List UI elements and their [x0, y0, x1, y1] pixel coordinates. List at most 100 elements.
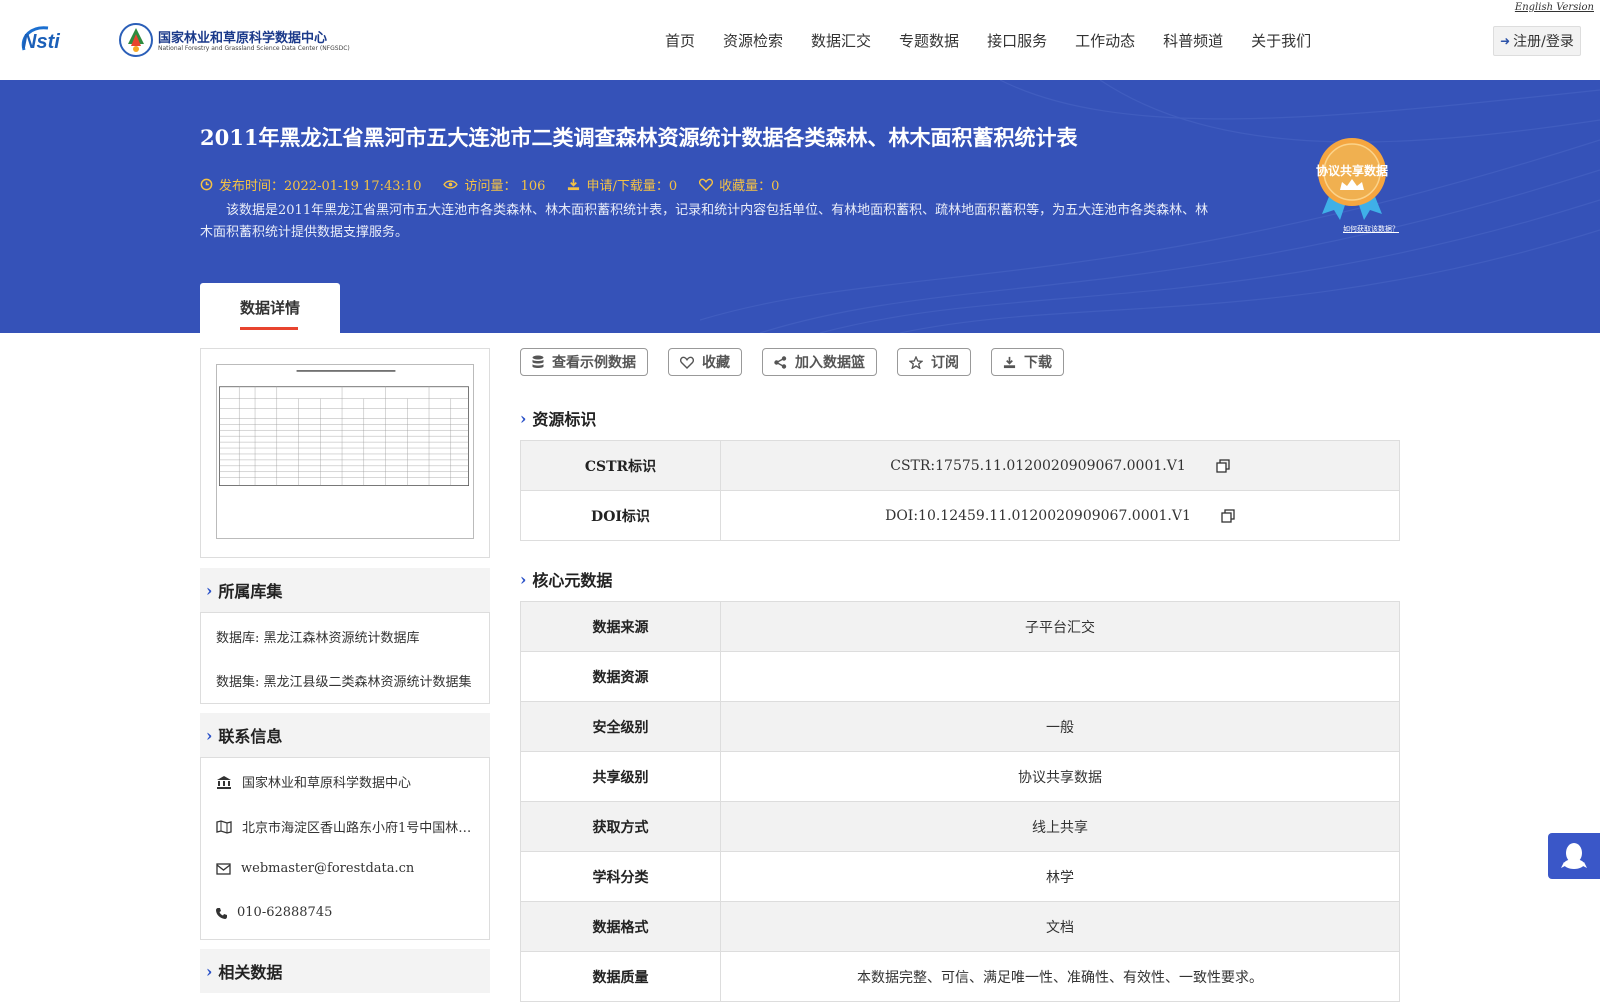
- contact-title: 联系信息: [218, 727, 283, 746]
- database-icon: [532, 355, 544, 368]
- doi-key: DOI标识: [521, 491, 721, 540]
- cstr-key: CSTR标识: [521, 441, 721, 490]
- meta-value: 本数据完整、可信、满足唯一性、准确性、有效性、一致性要求。: [857, 969, 1263, 986]
- table-row: 数据格式 文档: [521, 902, 1399, 952]
- visit-count: 访问量： 106: [443, 175, 545, 194]
- svg-text:Nsti: Nsti: [22, 31, 60, 53]
- how-to-get-link[interactable]: 如何获取该数据？: [1343, 224, 1399, 234]
- contact-email: webmaster@forestdata.cn: [216, 861, 476, 876]
- contact-email-text[interactable]: webmaster@forestdata.cn: [241, 861, 414, 876]
- table-row: 安全级别 一般: [521, 702, 1399, 752]
- badge-text: 协议共享数据: [1315, 164, 1388, 178]
- nav-about[interactable]: 关于我们: [1251, 30, 1311, 51]
- org-name-cn: 国家林业和草原科学数据中心: [158, 31, 328, 46]
- tab-data-details[interactable]: 数据详情: [200, 283, 340, 333]
- star-icon: [909, 355, 923, 369]
- top-header: English Version Nsti 国家林业和草原科学数据中心 Natio…: [0, 0, 1600, 80]
- doi-value-cell: DOI:10.12459.11.0120020909067.0001.V1: [721, 491, 1399, 540]
- copy-icon[interactable]: [1216, 458, 1230, 473]
- meta-key: 数据资源: [521, 652, 721, 701]
- meta-key: 学科分类: [521, 852, 721, 901]
- add-to-basket-label: 加入数据篮: [795, 355, 865, 371]
- chevron-right-icon: ›: [520, 408, 527, 428]
- chevron-right-icon: ›: [206, 725, 213, 745]
- meta-value: 协议共享数据: [1018, 769, 1102, 786]
- chevron-right-icon: ›: [206, 580, 213, 600]
- share-icon: [774, 355, 787, 369]
- download-icon: [1003, 356, 1016, 368]
- visit-count-text: 访问量： 106: [464, 179, 546, 194]
- sample-table-thumbnail[interactable]: [216, 364, 474, 539]
- english-version-link[interactable]: English Version: [1515, 2, 1594, 13]
- meta-value: 文档: [1046, 919, 1074, 936]
- download-button[interactable]: 下载: [991, 348, 1064, 376]
- table-row: DOI标识 DOI:10.12459.11.0120020909067.0001…: [521, 491, 1399, 541]
- heart-icon: [680, 356, 694, 369]
- map-icon: [216, 819, 232, 834]
- dataset-description: 该数据是2011年黑龙江省黑河市五大连池市各类森林、林木面积蓄积统计表，记录和统…: [200, 203, 1209, 240]
- contact-address-text: 北京市海淀区香山路东小府1号中国林业科学研究院: [242, 821, 476, 836]
- table-row: 数据质量 本数据完整、可信、满足唯一性、准确性、有效性、一致性要求。: [521, 952, 1399, 1002]
- meta-value: 线上共享: [1032, 819, 1088, 836]
- collection-section-header: › 所属库集: [200, 568, 490, 612]
- nav-topics[interactable]: 专题数据: [899, 30, 959, 51]
- table-row: 共享级别 协议共享数据: [521, 752, 1399, 802]
- download-count: 申请/下载量：0: [567, 175, 677, 194]
- tab-label: 数据详情: [239, 299, 300, 317]
- meta-key: 共享级别: [521, 752, 721, 801]
- view-sample-label: 查看示例数据: [552, 355, 636, 371]
- core-metadata-section-header: › 核心元数据: [520, 567, 612, 591]
- contact-org: 国家林业和草原科学数据中心: [216, 772, 476, 791]
- related-title: 相关数据: [218, 963, 283, 982]
- eye-icon: [443, 180, 459, 189]
- meta-value: 子平台汇交: [1025, 619, 1095, 636]
- meta-value: 林学: [1046, 869, 1074, 886]
- view-sample-button[interactable]: 查看示例数据: [520, 348, 648, 376]
- meta-key: 获取方式: [521, 802, 721, 851]
- preview-card: [200, 348, 490, 558]
- login-button[interactable]: ➜ 注册/登录: [1493, 26, 1581, 56]
- nsti-logo[interactable]: Nsti: [18, 22, 98, 56]
- heart-icon: [699, 178, 714, 191]
- subscribe-button[interactable]: 订阅: [897, 348, 971, 376]
- table-row: 数据来源 子平台汇交: [521, 602, 1399, 652]
- nav-submit[interactable]: 数据汇交: [811, 30, 871, 51]
- identifier-section-header: › 资源标识: [520, 406, 596, 430]
- identifier-title: 资源标识: [532, 410, 597, 429]
- favorite-count-text: 收藏量：0: [719, 179, 780, 194]
- core-metadata-table: 数据来源 子平台汇交 数据资源 安全级别 一般 共享级别 协议共享数据 获取方式…: [520, 601, 1400, 1002]
- favorite-button[interactable]: 收藏: [668, 348, 742, 376]
- qq-icon: [1561, 843, 1587, 869]
- cstr-value-cell: CSTR:17575.11.0120020909067.0001.V1: [721, 441, 1399, 490]
- meta-key: 数据来源: [521, 602, 721, 651]
- nfgsdc-logo[interactable]: [118, 22, 154, 58]
- main-nav: 首页 资源检索 数据汇交 专题数据 接口服务 工作动态 科普频道 关于我们: [665, 30, 1339, 51]
- favorite-count: 收藏量：0: [699, 175, 779, 194]
- database-link[interactable]: 数据库: 黑龙江森林资源统计数据库: [216, 627, 476, 646]
- nav-science[interactable]: 科普频道: [1163, 30, 1223, 51]
- add-to-basket-button[interactable]: 加入数据篮: [762, 348, 877, 376]
- meta-value: [721, 652, 1399, 701]
- publish-time-text: 发布时间：2022-01-19 17:43:10: [219, 179, 422, 194]
- nav-search[interactable]: 资源检索: [723, 30, 783, 51]
- publish-time: 发布时间：2022-01-19 17:43:10: [200, 175, 421, 194]
- qq-chat-button[interactable]: [1548, 833, 1600, 879]
- cstr-value: CSTR:17575.11.0120020909067.0001.V1: [890, 457, 1186, 474]
- nav-home[interactable]: 首页: [665, 30, 695, 51]
- org-name-en: National Forestry and Grassland Science …: [158, 45, 350, 52]
- nav-news[interactable]: 工作动态: [1075, 30, 1135, 51]
- copy-icon[interactable]: [1221, 508, 1235, 523]
- nav-api[interactable]: 接口服务: [987, 30, 1047, 51]
- contact-phone-text: 010-62888745: [237, 905, 333, 920]
- contact-address: 北京市海淀区香山路东小府1号中国林业科学研究院: [216, 817, 476, 836]
- dataset-link[interactable]: 数据集: 黑龙江县级二类森林资源统计数据集: [216, 671, 476, 690]
- meta-value: 一般: [1046, 719, 1074, 736]
- dataset-meta: 发布时间：2022-01-19 17:43:10 访问量： 106 申请/下载量…: [200, 175, 801, 194]
- table-row: 数据资源: [521, 652, 1399, 702]
- tab-active-underline: [240, 327, 298, 330]
- meta-key: 数据质量: [521, 952, 721, 1001]
- login-label: 注册/登录: [1513, 34, 1574, 50]
- contact-section-header: › 联系信息: [200, 713, 490, 757]
- favorite-label: 收藏: [702, 355, 730, 371]
- identifier-table: CSTR标识 CSTR:17575.11.0120020909067.0001.…: [520, 440, 1400, 541]
